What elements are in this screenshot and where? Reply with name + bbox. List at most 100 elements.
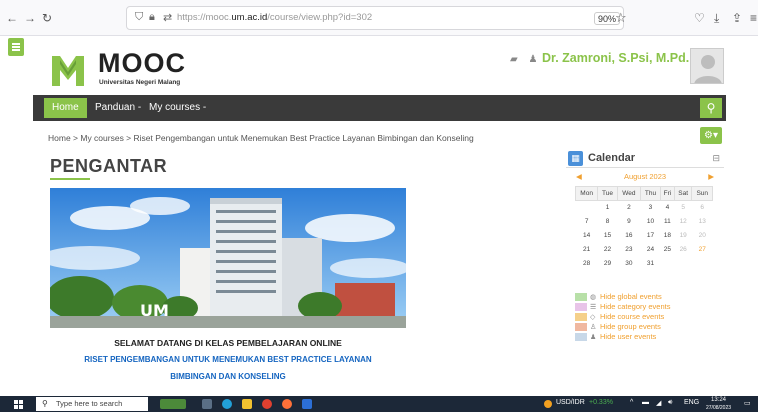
firefox-icon[interactable]	[282, 399, 292, 409]
store-icon[interactable]	[302, 399, 312, 409]
calendar-day[interactable]: 24	[641, 243, 661, 257]
forward-arrow-icon[interactable]: →	[24, 11, 36, 25]
main-navbar: Home Panduan - My courses - ⚲	[33, 95, 726, 121]
taskbar-search-input[interactable]: ⚲ Type here to search	[36, 397, 148, 411]
calendar-day[interactable]: 7	[576, 215, 598, 229]
calendar-month[interactable]: August 2023	[566, 172, 724, 181]
url-text[interactable]: https://mooc.um.ac.id/course/view.php?id…	[177, 12, 372, 23]
calendar-day[interactable]: 4	[660, 201, 674, 215]
calendar-day[interactable]: 28	[576, 257, 598, 271]
calendar-day[interactable]: 14	[576, 229, 598, 243]
notification-center-icon[interactable]: ▭	[744, 399, 751, 407]
bookmark-star-icon[interactable]: ☆	[615, 10, 627, 26]
eye-icon	[575, 323, 587, 332]
legend-course-events[interactable]: ◇ Hide course events	[575, 312, 670, 322]
calendar-day-today[interactable]: 27	[692, 243, 713, 257]
stock-ticker[interactable]: USD/IDR	[556, 399, 585, 406]
nav-panduan[interactable]: Panduan -	[95, 98, 141, 118]
calendar-day[interactable]: 10	[641, 215, 661, 229]
calendar-day[interactable]: 8	[598, 215, 618, 229]
url-bar[interactable]: ⛉ 🔒︎ ⇄ https://mooc.um.ac.id/course/view…	[126, 6, 627, 30]
calendar-day[interactable]: 23	[617, 243, 640, 257]
calendar-day[interactable]: 18	[660, 229, 674, 243]
calendar-day[interactable]: 17	[641, 229, 661, 243]
calendar-day[interactable]: 16	[617, 229, 640, 243]
legend-global-events[interactable]: ◍ Hide global events	[575, 292, 670, 302]
legend-group-events[interactable]: ♙ Hide group events	[575, 322, 670, 332]
messages-icon[interactable]: ▰	[510, 54, 518, 65]
calendar-day[interactable]: 3	[641, 201, 661, 215]
volume-icon[interactable]: 🔊︎	[668, 399, 672, 407]
course-title-line1: RISET PENGEMBANGAN UNTUK MENEMUKAN BEST …	[84, 355, 372, 364]
next-month-arrow-icon[interactable]: ▶	[708, 172, 714, 181]
legend-category-events[interactable]: ☰ Hide category events	[575, 302, 670, 312]
download-icon[interactable]: ⤓	[714, 11, 719, 25]
calendar-nav: August 2023 ◀ ▶	[566, 172, 724, 184]
eye-icon	[575, 333, 587, 342]
calendar-day[interactable]: 31	[641, 257, 661, 271]
permissions-icon[interactable]: ⇄	[163, 11, 172, 24]
calendar-day[interactable]: 20	[692, 229, 713, 243]
news-widget-icon[interactable]	[160, 399, 186, 409]
file-explorer-icon[interactable]	[242, 399, 252, 409]
user-placeholder-icon	[694, 55, 722, 83]
course-settings-button[interactable]: ⚙▾	[700, 127, 722, 144]
calendar-day[interactable]: 5	[674, 201, 692, 215]
calendar-day[interactable]: 12	[674, 215, 692, 229]
calendar-day[interactable]: 9	[617, 215, 640, 229]
shield-icon[interactable]: ⛉	[135, 11, 143, 24]
breadcrumb[interactable]: Home > My courses > Riset Pengembangan u…	[48, 133, 474, 143]
drawer-toggle-button[interactable]	[8, 38, 24, 56]
course-title-line2: BIMBINGAN DAN KONSELING	[170, 372, 286, 381]
welcome-heading: SELAMAT DATANG DI KELAS PEMBELAJARAN ONL…	[114, 338, 342, 348]
notifications-icon[interactable]: ♟	[528, 54, 537, 65]
edge-browser-icon[interactable]	[222, 399, 232, 409]
calendar-day[interactable]: 6	[692, 201, 713, 215]
calendar-day[interactable]: 21	[576, 243, 598, 257]
calendar-day[interactable]: 1	[598, 201, 618, 215]
avatar[interactable]	[690, 48, 724, 84]
calendar-day[interactable]: 2	[617, 201, 640, 215]
pocket-icon[interactable]: ♡	[694, 11, 705, 25]
weekday-header: Fri	[659, 186, 675, 201]
stock-change[interactable]: +0.33%	[589, 399, 613, 406]
calendar-day[interactable]: 13	[692, 215, 713, 229]
mooc-logo-icon[interactable]	[48, 50, 88, 90]
chrome-icon[interactable]	[262, 399, 272, 409]
tray-arrow-icon[interactable]: ^	[630, 399, 633, 406]
battery-icon[interactable]: ▬	[642, 399, 649, 406]
back-arrow-icon[interactable]: ←	[6, 11, 18, 25]
windows-start-icon[interactable]	[14, 400, 23, 409]
calendar-day[interactable]: 25	[660, 243, 674, 257]
calendar-day[interactable]: 15	[598, 229, 618, 243]
share-icon[interactable]: ⇪	[732, 11, 742, 25]
clock[interactable]: 13:24 27/08/2023	[706, 396, 731, 412]
eye-icon	[575, 293, 587, 302]
calendar-day[interactable]: 26	[674, 243, 692, 257]
calendar-day[interactable]: 11	[660, 215, 674, 229]
menu-icon[interactable]: ≡	[750, 11, 757, 25]
reload-icon[interactable]: ↻	[42, 11, 52, 25]
calendar-block-header: ▦ Calendar ⊟	[566, 150, 724, 168]
prev-month-arrow-icon[interactable]: ◀	[576, 172, 582, 181]
logo-title[interactable]: MOOC	[98, 48, 186, 78]
calendar-event-legend: ◍ Hide global events ☰ Hide category event…	[575, 292, 670, 342]
calendar-day[interactable]: 19	[674, 229, 692, 243]
calendar-day	[660, 257, 674, 271]
nav-home[interactable]: Home	[44, 98, 87, 118]
calendar-day[interactable]: 29	[598, 257, 618, 271]
search-button[interactable]: ⚲	[700, 98, 722, 118]
nav-my-courses[interactable]: My courses -	[149, 98, 206, 118]
collapse-block-icon[interactable]: ⊟	[712, 153, 720, 164]
network-icon[interactable]: ◢	[656, 399, 661, 407]
search-icon: ⚲	[42, 399, 48, 408]
language-indicator[interactable]: ENG	[684, 399, 699, 406]
calendar-day	[576, 201, 598, 215]
user-menu[interactable]: Dr. Zamroni, S.Psi, M.Pd. -	[542, 51, 697, 65]
calendar-day[interactable]: 22	[598, 243, 618, 257]
lock-icon[interactable]: 🔒︎	[149, 11, 155, 24]
task-view-icon[interactable]	[202, 399, 212, 409]
legend-user-events[interactable]: ♟ Hide user events	[575, 332, 670, 342]
eye-icon	[575, 303, 587, 312]
calendar-day[interactable]: 30	[617, 257, 640, 271]
